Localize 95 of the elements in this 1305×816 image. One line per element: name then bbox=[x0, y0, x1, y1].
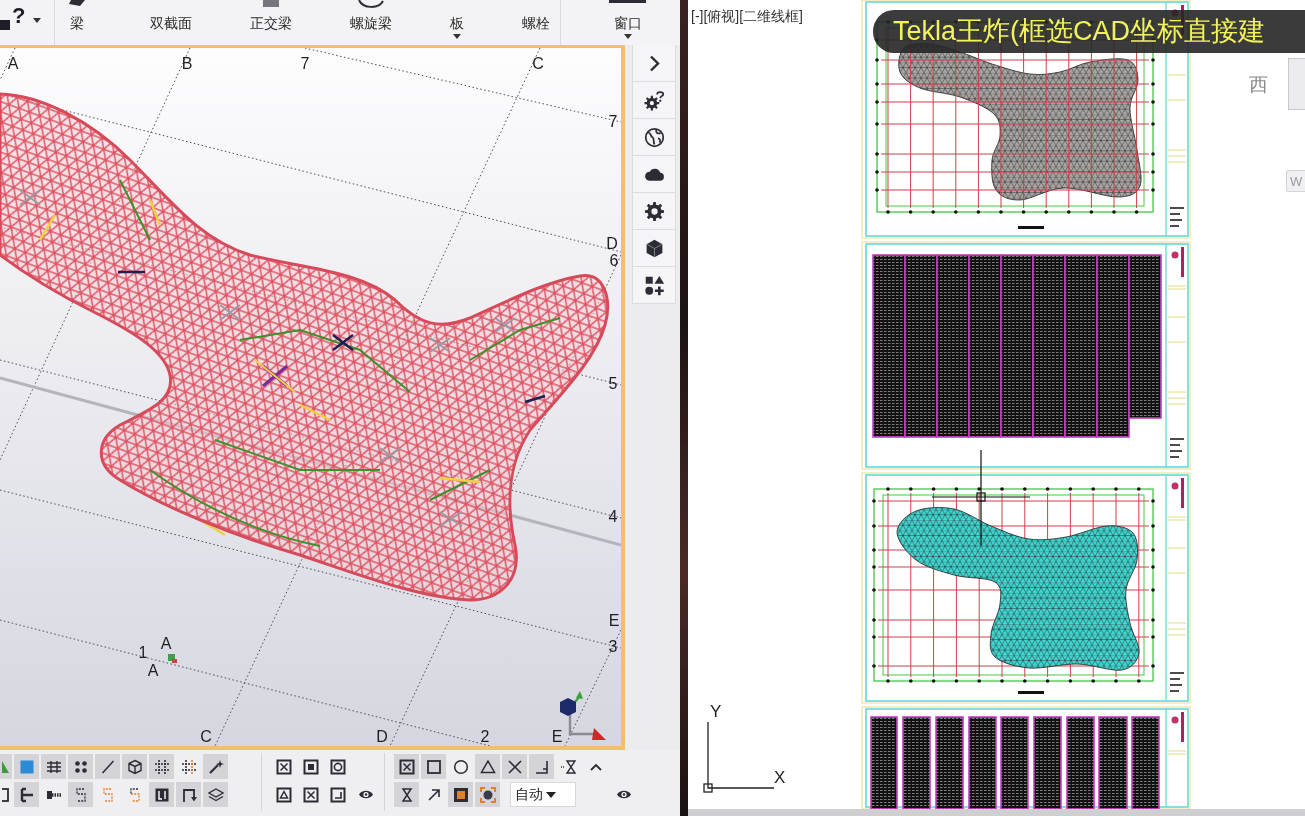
wedge-icon bbox=[69, 0, 85, 6]
hatch-icon bbox=[45, 758, 62, 775]
grid-label: 5 bbox=[608, 374, 618, 392]
shapes-icon bbox=[643, 274, 665, 296]
toolbar-toggle-button[interactable] bbox=[122, 754, 147, 779]
ribbon-tool-button[interactable]: 板 bbox=[450, 0, 464, 44]
globe-icon bbox=[643, 126, 665, 148]
grid-label: B bbox=[181, 54, 193, 72]
toolbar-toggle-button[interactable] bbox=[149, 782, 174, 807]
target-icon bbox=[479, 786, 496, 803]
wand-icon bbox=[207, 758, 224, 775]
square-icon bbox=[263, 0, 279, 7]
video-caption: Tekla王炸(框选CAD坐标直接建 bbox=[873, 10, 1305, 53]
toolbar-toggle-button[interactable] bbox=[149, 754, 174, 779]
beam-icon bbox=[18, 786, 35, 803]
ribbon-tool-button[interactable]: 螺旋梁 bbox=[350, 0, 392, 44]
toolbar-toggle-button[interactable] bbox=[448, 782, 473, 807]
grid-label: E bbox=[551, 727, 563, 745]
grid-label: A bbox=[7, 54, 19, 72]
ribbon-tool-button[interactable]: 梁 bbox=[69, 0, 85, 44]
caret-down-icon bbox=[33, 18, 42, 23]
square-icon bbox=[452, 786, 469, 803]
cube-icon bbox=[643, 237, 665, 259]
toolbar-toggle-button[interactable] bbox=[502, 754, 527, 779]
toolbar-toggle-button[interactable] bbox=[203, 754, 228, 779]
grid-label: 7 bbox=[608, 112, 618, 130]
grid-label: C bbox=[200, 727, 212, 745]
square-icon bbox=[18, 758, 35, 775]
toolbar-toggle-button[interactable] bbox=[475, 782, 500, 807]
toolbar-toggle-button[interactable] bbox=[41, 754, 66, 779]
square-icon bbox=[425, 758, 442, 775]
cube-icon bbox=[126, 758, 143, 775]
toolbar-toggle-button[interactable] bbox=[421, 754, 446, 779]
toolbar-toggle-button[interactable] bbox=[14, 782, 39, 807]
view-cube-label[interactable]: 西 bbox=[1249, 74, 1268, 96]
toolbar-toggle-button[interactable] bbox=[14, 754, 39, 779]
toolbar-toggle-button[interactable] bbox=[529, 754, 554, 779]
axis-label: Y bbox=[710, 702, 722, 722]
panel-icon bbox=[153, 786, 170, 803]
view-label[interactable]: [-][俯视][二维线框] bbox=[691, 8, 803, 25]
toolbar-toggle-button[interactable] bbox=[394, 782, 419, 807]
frame-arrow-icon bbox=[180, 786, 197, 803]
gear-help-icon bbox=[643, 89, 665, 111]
grid-label: 1 bbox=[138, 643, 148, 661]
grid-label: A bbox=[160, 634, 172, 652]
snap-mode-dropdown[interactable]: 自动 bbox=[510, 782, 576, 807]
toolbar-toggle-button[interactable] bbox=[394, 754, 419, 779]
bar-icon bbox=[609, 0, 646, 3]
square-box-icon bbox=[302, 758, 319, 775]
grid-label: D bbox=[376, 727, 388, 745]
grid-label: 3 bbox=[608, 637, 618, 655]
dots-icon bbox=[72, 758, 89, 775]
toolbar-toggle-button[interactable] bbox=[68, 754, 93, 779]
cross-icon bbox=[506, 758, 523, 775]
grid-icon bbox=[153, 758, 170, 775]
grid-label: 2 bbox=[480, 727, 490, 745]
triangle-icon bbox=[479, 758, 496, 775]
toolbar-toggle-button[interactable] bbox=[475, 754, 500, 779]
corner-box-icon bbox=[329, 786, 346, 803]
toolbar-toggle-button[interactable] bbox=[203, 782, 228, 807]
circle-box-icon bbox=[329, 758, 346, 775]
ribbon-tool-button[interactable]: 螺栓 bbox=[522, 0, 550, 44]
axis-label: X bbox=[774, 768, 786, 788]
line-icon bbox=[99, 758, 116, 775]
grid-label: E bbox=[608, 611, 620, 629]
ribbon-tool-button[interactable]: 窗口 bbox=[609, 0, 646, 44]
toolbar-toggle-button[interactable] bbox=[0, 754, 12, 779]
axis-gizmo-icon bbox=[560, 691, 606, 740]
toolbar-toggle-button[interactable] bbox=[68, 782, 93, 807]
x-box-icon bbox=[275, 758, 292, 775]
grid-label: 6 bbox=[609, 251, 619, 269]
hourglass-icon bbox=[560, 758, 577, 775]
crosshair-cursor-icon bbox=[931, 449, 1031, 546]
grid-label: 7 bbox=[300, 54, 310, 72]
caret-down-icon bbox=[546, 791, 556, 798]
settings-icon bbox=[643, 200, 665, 222]
origin-marker-icon bbox=[168, 654, 177, 663]
toolbar-toggle-button[interactable] bbox=[176, 782, 201, 807]
x-box-icon bbox=[302, 786, 319, 803]
layers-icon bbox=[207, 786, 224, 803]
grid-label: D bbox=[606, 234, 618, 252]
grid-label: A bbox=[147, 661, 159, 679]
ribbon-tool-button[interactable]: 正交梁 bbox=[250, 0, 292, 44]
circle-icon bbox=[452, 758, 469, 775]
corner-icon bbox=[533, 758, 550, 775]
curve-icon bbox=[358, 0, 384, 8]
triangle-box-icon bbox=[275, 786, 292, 803]
grid-icon bbox=[180, 758, 197, 775]
grid-label: 4 bbox=[608, 507, 618, 525]
toolbar-toggle-button[interactable] bbox=[95, 754, 120, 779]
x-box-icon bbox=[398, 758, 415, 775]
ribbon-tool-button[interactable]: 双截面 bbox=[150, 0, 192, 44]
grid-label: C bbox=[532, 54, 544, 72]
help-dropdown-button[interactable]: ? bbox=[0, 0, 42, 32]
square-icon bbox=[0, 20, 10, 30]
